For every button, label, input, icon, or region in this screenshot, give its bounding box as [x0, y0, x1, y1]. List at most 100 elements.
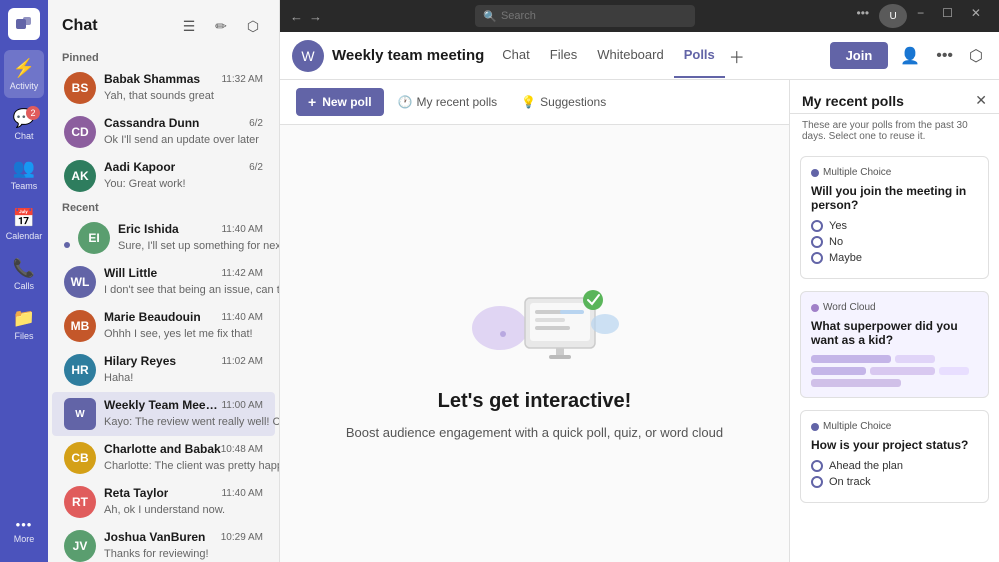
option-label-yes: Yes [829, 220, 847, 232]
join-button[interactable]: Join [830, 42, 889, 69]
chat-time-weekly: 11:00 AM [221, 400, 263, 411]
new-chat-button[interactable]: ✏ [207, 12, 235, 40]
maximize-button[interactable]: ☐ [934, 4, 961, 28]
minimize-button[interactable]: − [909, 4, 932, 28]
meeting-topbar: W Weekly team meeting Chat Files Whitebo… [280, 32, 999, 80]
topbar-tabs: Chat Files Whiteboard Polls ＋ [492, 33, 749, 78]
chat-badge: 2 [26, 106, 40, 120]
chat-item-weekly[interactable]: W Weekly Team Meeting 11:00 AM Kayo: The… [52, 392, 275, 436]
compose-button[interactable]: ⬡ [239, 12, 267, 40]
filter-button[interactable]: ☰ [175, 12, 203, 40]
nav-label-calls: Calls [14, 281, 34, 291]
poll-type-1: Multiple Choice [811, 167, 978, 178]
chat-preview-eric: Sure, I'll set up something for next wee… [118, 240, 279, 252]
type-dot-3 [811, 423, 819, 431]
poll-type-2: Word Cloud [811, 302, 978, 313]
chat-item-eric[interactable]: EI Eric Ishida 11:40 AM Sure, I'll set u… [52, 216, 275, 260]
avatar-cassandra: CD [64, 116, 96, 148]
tab-chat[interactable]: Chat [492, 33, 539, 78]
radio-yes [811, 220, 823, 232]
tab-polls[interactable]: Polls [674, 33, 725, 78]
chat-name-will: Will Little [104, 266, 157, 280]
poll-card-3[interactable]: Multiple Choice How is your project stat… [800, 410, 989, 503]
wc-bar-4 [870, 367, 935, 375]
topbar-left: W Weekly team meeting Chat Files Whitebo… [292, 33, 749, 78]
chat-item-reta[interactable]: RT Reta Taylor 11:40 AM Ah, ok I underst… [52, 480, 275, 524]
type-dot-2 [811, 304, 819, 312]
teams-logo [8, 8, 40, 40]
my-recent-polls-button[interactable]: 🕐 My recent polls [388, 89, 508, 115]
tab-whiteboard[interactable]: Whiteboard [587, 33, 673, 78]
tab-files[interactable]: Files [540, 33, 587, 78]
recent-section-label: Recent [48, 198, 279, 216]
search-input[interactable] [501, 10, 661, 22]
nav-label-files: Files [14, 331, 33, 341]
chat-preview-will: I don't see that being an issue, can tak… [104, 284, 279, 296]
chat-item-joshua[interactable]: JV Joshua VanBuren 10:29 AM Thanks for r… [52, 524, 275, 562]
nav-item-activity[interactable]: ⚡ Activity [4, 50, 44, 98]
chat-item-will[interactable]: WL Will Little 11:42 AM I don't see that… [52, 260, 275, 304]
search-bar[interactable]: 🔍 [475, 5, 695, 27]
type-label-3: Multiple Choice [823, 421, 891, 432]
chat-item-hilary[interactable]: HR Hilary Reyes 11:02 AM Haha! [52, 348, 275, 392]
chrome-nav: ← → [290, 9, 322, 24]
option-label-no: No [829, 236, 843, 248]
user-avatar[interactable]: U [879, 4, 907, 28]
lightbulb-icon: 💡 [521, 95, 536, 109]
poll-toolbar: + New poll 🕐 My recent polls 💡 Suggestio… [280, 80, 789, 125]
type-label-2: Word Cloud [823, 302, 876, 313]
right-panel-close-button[interactable]: ✕ [975, 92, 987, 109]
nav-item-chat[interactable]: 💬 Chat 2 [4, 100, 44, 148]
nav-label-activity: Activity [10, 81, 39, 91]
chat-info-charlotte: Charlotte and Babak 10:48 AM Charlotte: … [104, 442, 263, 474]
calls-icon: 📞 [13, 258, 35, 279]
chat-item-aadi[interactable]: AK Aadi Kapoor 6/2 You: Great work! [52, 154, 275, 198]
pinned-section-label: Pinned [48, 48, 279, 66]
chat-name-marie: Marie Beaudouin [104, 310, 201, 324]
participants-button[interactable]: 👤 [896, 42, 924, 70]
more-button[interactable]: ••• [932, 43, 957, 69]
chat-item-marie[interactable]: MB Marie Beaudouin 11:40 AM Ohhh I see, … [52, 304, 275, 348]
chrome-forward[interactable]: → [309, 9, 322, 24]
chat-info-hilary: Hilary Reyes 11:02 AM Haha! [104, 354, 263, 386]
avatar-babak: BS [64, 72, 96, 104]
nav-item-calendar[interactable]: 📅 Calendar [4, 200, 44, 248]
poll-card-2[interactable]: Word Cloud What superpower did you want … [800, 291, 989, 398]
nav-label-chat: Chat [14, 131, 33, 141]
new-poll-label: New poll [322, 95, 371, 109]
chat-name-hilary: Hilary Reyes [104, 354, 176, 368]
chat-preview-marie: Ohhh I see, yes let me fix that! [104, 328, 253, 340]
nav-item-calls[interactable]: 📞 Calls [4, 250, 44, 298]
add-tab-button[interactable]: ＋ [725, 40, 749, 72]
chat-item-charlotte[interactable]: CB Charlotte and Babak 10:48 AM Charlott… [52, 436, 275, 480]
chat-name-joshua: Joshua VanBuren [104, 530, 205, 544]
nav-item-teams[interactable]: 👥 Teams [4, 150, 44, 198]
expand-button[interactable]: ⬡ [965, 42, 987, 70]
chat-item-babak[interactable]: BS Babak Shammas 11:32 AM Yah, that soun… [52, 66, 275, 110]
close-button[interactable]: ✕ [963, 4, 989, 28]
chrome-back[interactable]: ← [290, 9, 303, 24]
meeting-title: Weekly team meeting [332, 47, 484, 64]
wc-bar-row-2 [811, 367, 978, 375]
chat-item-cassandra[interactable]: CD Cassandra Dunn 6/2 Ok I'll send an up… [52, 110, 275, 154]
poll-option-1-1: Yes [811, 220, 978, 232]
nav-item-files[interactable]: 📁 Files [4, 300, 44, 348]
avatar-marie: MB [64, 310, 96, 342]
poll-card-1[interactable]: Multiple Choice Will you join the meetin… [800, 156, 989, 279]
chat-name-aadi: Aadi Kapoor [104, 160, 175, 174]
suggestions-button[interactable]: 💡 Suggestions [511, 89, 616, 115]
poll-option-3-1: Ahead the plan [811, 460, 978, 472]
radio-no [811, 236, 823, 248]
chat-info-aadi: Aadi Kapoor 6/2 You: Great work! [104, 160, 263, 192]
wc-bar-3 [811, 367, 866, 375]
search-icon: 🔍 [483, 10, 497, 23]
chat-preview-hilary: Haha! [104, 372, 133, 384]
new-poll-button[interactable]: + New poll [296, 88, 384, 116]
more-options-button[interactable]: ••• [849, 4, 878, 28]
nav-item-more[interactable]: ••• More [4, 506, 44, 554]
clock-icon: 🕐 [398, 95, 413, 109]
app-wrapper: ⚡ Activity 💬 Chat 2 👥 Teams 📅 Calendar 📞… [0, 0, 999, 562]
right-panel: My recent polls ✕ These are your polls f… [789, 80, 999, 562]
poll-option-1-3: Maybe [811, 252, 978, 264]
radio-ontrack [811, 476, 823, 488]
